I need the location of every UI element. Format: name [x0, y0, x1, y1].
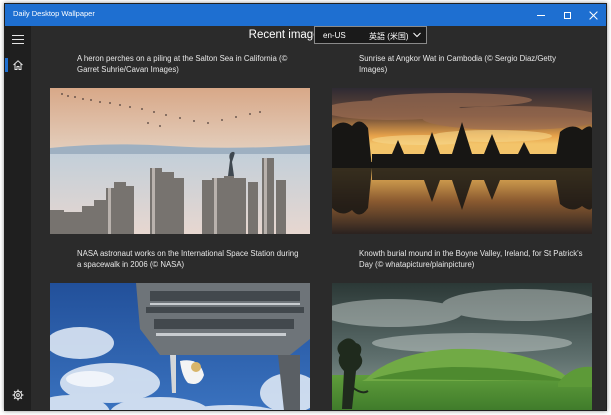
- image-caption: A heron perches on a piling at the Salto…: [77, 54, 288, 74]
- maximize-icon: [563, 11, 571, 19]
- image-caption: Sunrise at Angkor Wat in Cambodia (© Ser…: [359, 54, 556, 74]
- image-thumbnail[interactable]: [50, 283, 310, 410]
- close-icon: [589, 11, 598, 20]
- language-code: en-US: [323, 31, 346, 40]
- close-button[interactable]: [580, 4, 606, 26]
- app-window: Daily Desktop Wallpaper Recent images en…: [4, 3, 607, 411]
- image-thumbnail[interactable]: [332, 283, 592, 410]
- home-icon: [13, 60, 23, 70]
- image-caption: Knowth burial mound in the Boyne Valley,…: [359, 249, 583, 269]
- minimize-button[interactable]: [528, 4, 554, 26]
- page-title: Recent images: [248, 29, 326, 41]
- nav-item-home[interactable]: [5, 56, 31, 74]
- image-thumbnail[interactable]: [332, 88, 592, 234]
- language-dropdown[interactable]: en-US 英語 (米国): [314, 26, 427, 44]
- gear-icon[interactable]: [12, 389, 24, 401]
- maximize-button[interactable]: [554, 4, 580, 26]
- window-title: Daily Desktop Wallpaper: [13, 9, 95, 18]
- title-bar[interactable]: Daily Desktop Wallpaper: [5, 4, 606, 26]
- language-name: 英語 (米国): [369, 32, 409, 41]
- image-caption: NASA astronaut works on the Internationa…: [77, 249, 299, 269]
- image-thumbnail[interactable]: [50, 88, 310, 234]
- main-content: Recent images en-US 英語 (米国) A heron perc…: [31, 26, 606, 410]
- hamburger-icon[interactable]: [12, 35, 24, 44]
- nav-selected-indicator: [5, 58, 8, 72]
- chevron-down-icon: [413, 32, 421, 38]
- nav-sidebar: [5, 26, 31, 410]
- minimize-icon: [537, 14, 545, 16]
